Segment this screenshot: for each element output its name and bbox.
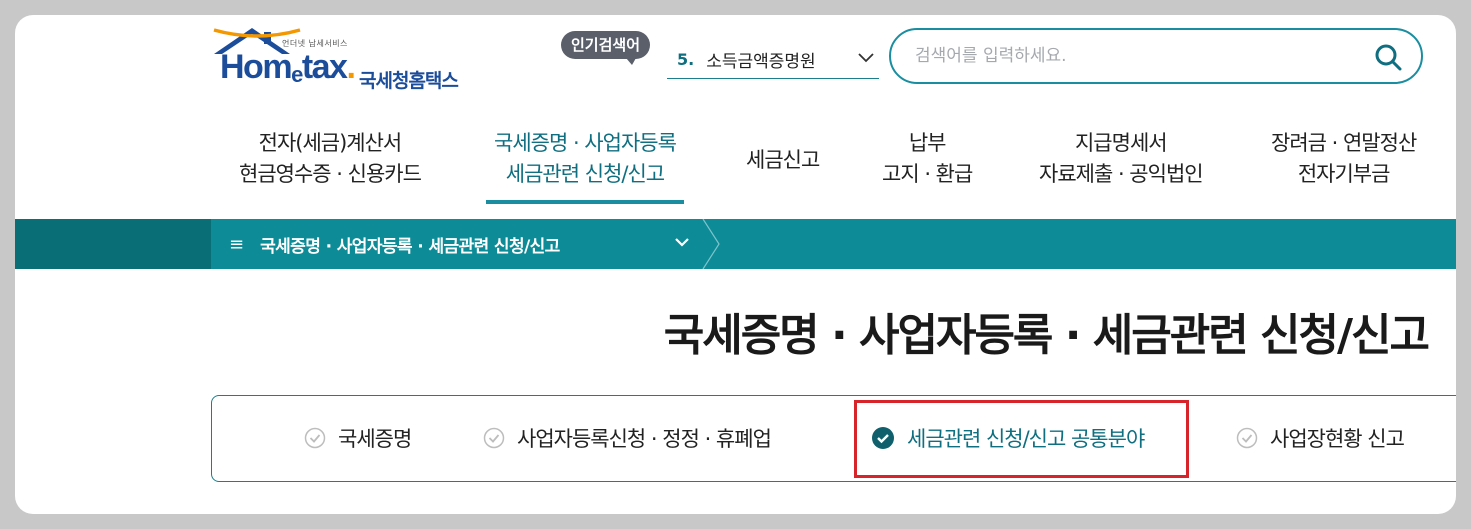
tab-label: 사업장현황 신고 [1270,427,1405,451]
breadcrumb-separator-icon [702,219,720,269]
tab-business-registration[interactable]: 사업자등록신청 · 정정 · 휴폐업 [483,396,772,480]
check-circle-icon [304,427,326,449]
nav-incentive-yearend[interactable]: 장려금 · 연말정산 전자기부금 [1271,128,1417,190]
logo-swoosh-icon [213,28,301,38]
popular-search-keyword: 소득금액증명원 [706,52,816,72]
nav-label-line2: 고지 · 환급 [882,162,973,186]
location-bar-left [15,219,211,269]
sub-tab-bar: 국세증명 사업자등록신청 · 정정 · 휴폐업 세금관련 신청/신고 공통분야 … [211,395,1456,482]
location-current: 국세증명 · 사업자등록 · 세금관련 신청/신고 [260,236,560,257]
popular-search-badge: 인기검색어 [561,31,651,65]
search-box [889,28,1423,84]
hometax-logo[interactable]: 언더넷 납세서비스 Hometax. 국세청홈택스 [212,28,482,94]
logo-wordmark: Hometax. [220,48,356,87]
chevron-down-icon [858,53,874,63]
popular-search-dropdown[interactable]: 5. 소득금액증명원 [667,41,879,79]
popular-search-rank: 5. [677,50,695,69]
search-input[interactable] [915,42,1355,70]
nav-active-underline [486,200,684,204]
chevron-down-icon [675,238,689,247]
nav-e-invoice[interactable]: 전자(세금)계산서 현금영수증 · 신용카드 [239,128,422,190]
location-bar: ≡ 국세증명 · 사업자등록 · 세금관련 신청/신고 [15,219,1456,269]
nav-label-line1: 장려금 · 연말정산 [1271,131,1417,155]
logo-korean-name: 국세청홈택스 [359,70,459,92]
nav-label-line1: 납부 [908,131,947,155]
page-title: 국세증명 · 사업자등록 · 세금관련 신청/신고 [663,310,1430,361]
tab-label: 국세증명 [338,427,412,451]
check-circle-icon [483,427,505,449]
check-circle-icon [1236,427,1258,449]
tab-label: 세금관련 신청/신고 공통분야 [907,427,1145,451]
nav-certificate-registration[interactable]: 국세증명 · 사업자등록 세금관련 신청/신고 [486,128,684,204]
nav-payment-statement[interactable]: 지급명세서 자료제출 · 공익법인 [1039,128,1204,190]
main-navigation: 전자(세금)계산서 현금영수증 · 신용카드 국세증명 · 사업자등록 세금관련… [15,128,1456,218]
page-frame: 언더넷 납세서비스 Hometax. 국세청홈택스 인기검색어 5. 소득금액증… [15,15,1456,514]
check-circle-filled-icon [871,426,895,450]
tab-business-status-report[interactable]: 사업장현황 신고 [1236,396,1405,480]
location-dropdown[interactable]: ≡ 국세증명 · 사업자등록 · 세금관련 신청/신고 [211,219,720,269]
tab-tax-common[interactable]: 세금관련 신청/신고 공통분야 [871,396,1145,480]
nav-label-line2: 자료제출 · 공익법인 [1039,162,1204,186]
nav-tax-filing[interactable]: 세금신고 [746,145,820,176]
nav-label-line1: 지급명세서 [1074,131,1168,155]
nav-label-line1: 국세증명 · 사업자등록 [494,131,677,155]
nav-label-line1: 전자(세금)계산서 [258,131,403,155]
nav-label-line2: 전자기부금 [1297,162,1391,186]
tab-tax-certificate[interactable]: 국세증명 [304,396,412,480]
menu-icon: ≡ [229,233,245,255]
nav-label-line2: 세금관련 신청/신고 [505,162,665,186]
nav-payment[interactable]: 납부 고지 · 환급 [882,128,973,190]
nav-label-line2: 현금영수증 · 신용카드 [239,162,422,186]
tab-label: 사업자등록신청 · 정정 · 휴폐업 [517,427,772,451]
nav-label-line1: 세금신고 [746,148,820,172]
search-icon[interactable] [1373,42,1403,72]
